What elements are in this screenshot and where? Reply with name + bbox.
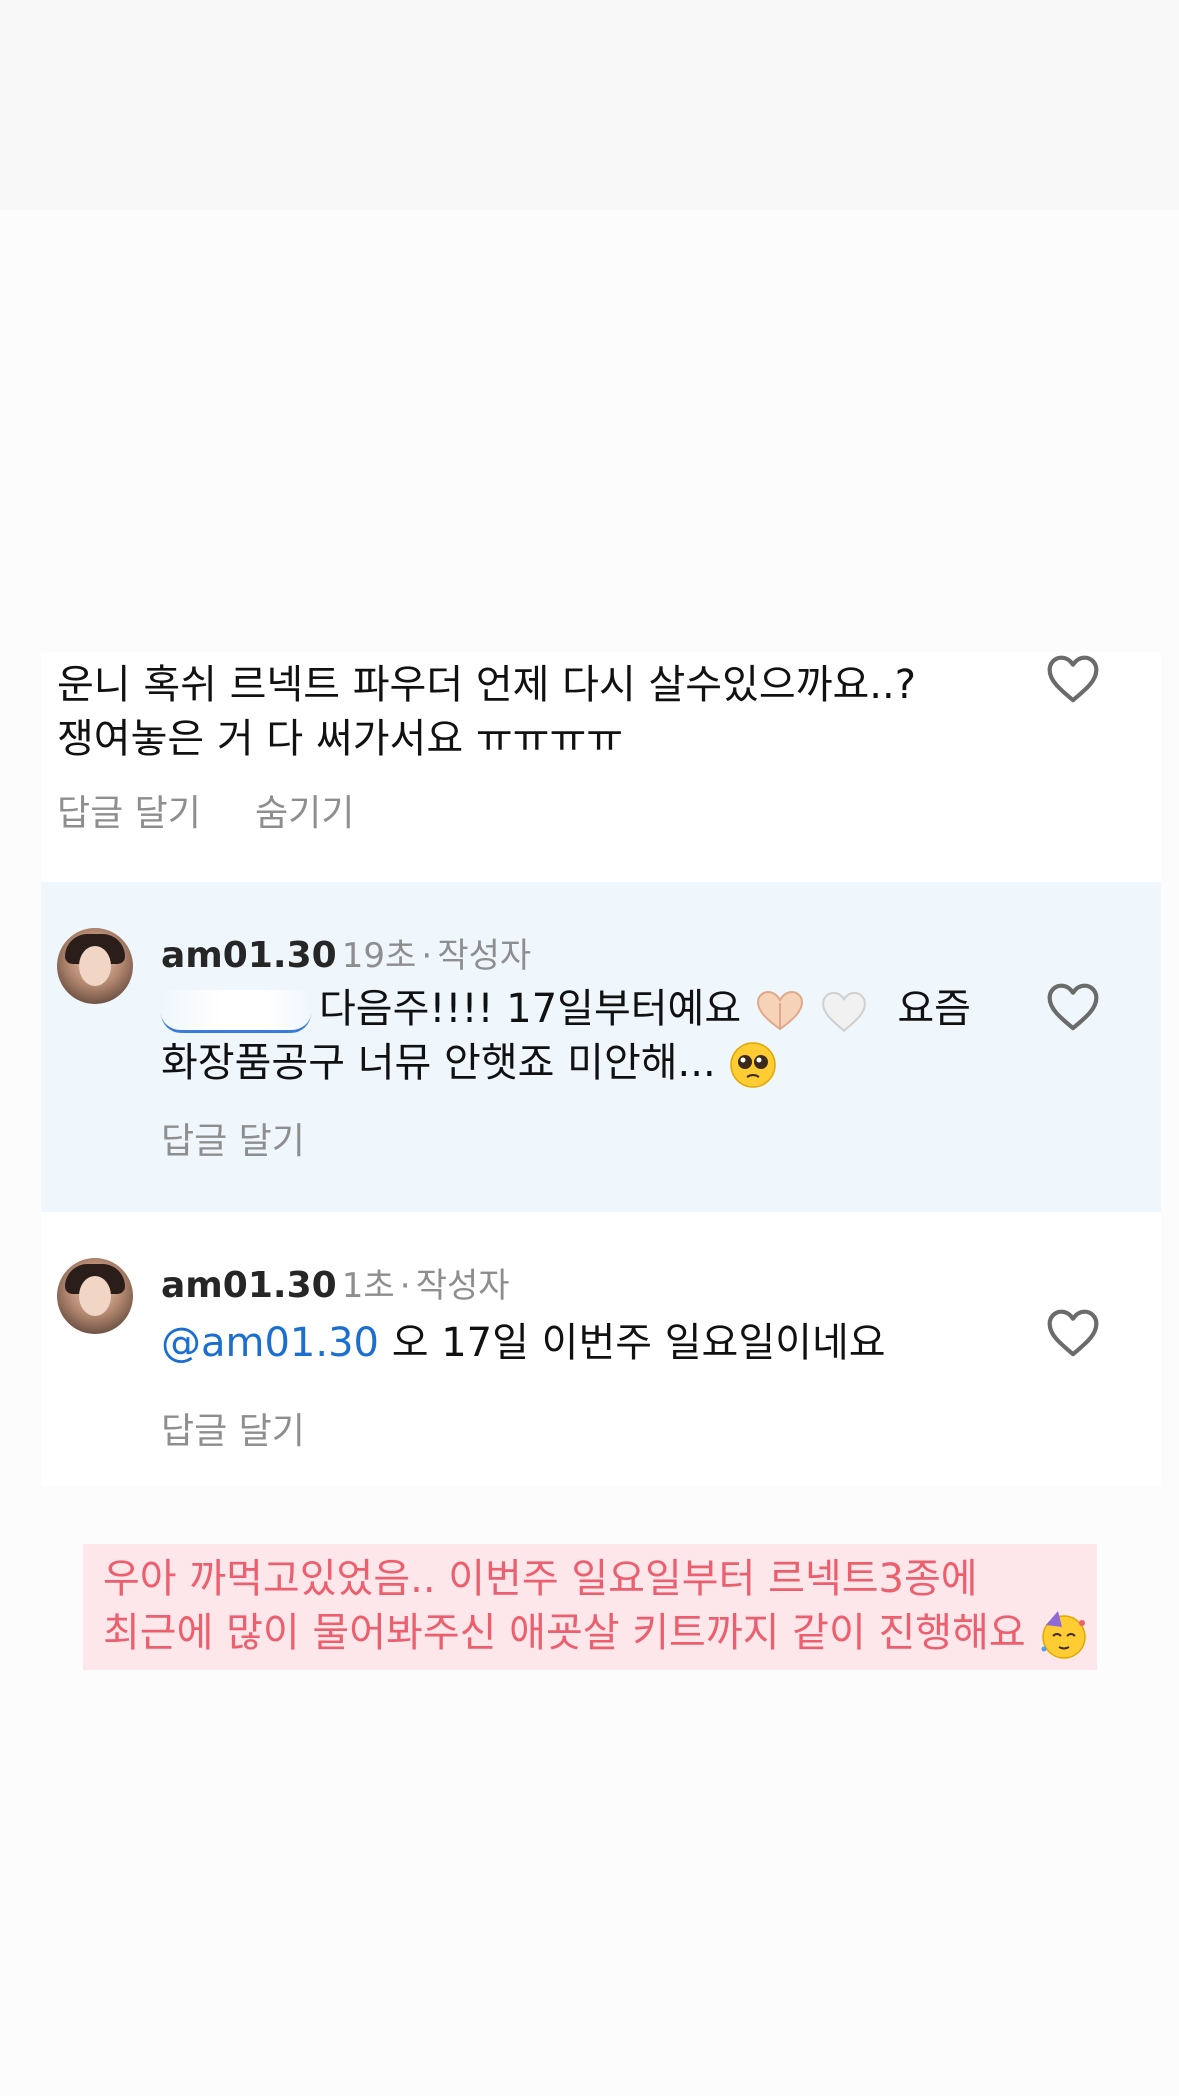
timestamp: 1초 [341,1266,395,1306]
pleading-face-emoji [730,1042,777,1088]
comment-text-segment: 화장품공구 너뮤 안햇죠 미안해... [161,1040,716,1086]
comment-text: 운니 혹쉬 르넥트 파우더 언제 다시 살수있으까요..? 쟁여놓은 거 다 써… [57,658,916,766]
comment-text-segment: 요즘 [897,986,971,1032]
heart-outline-icon[interactable] [1045,980,1101,1032]
username[interactable]: am01.30 [161,1265,337,1306]
comment-text-segment: 오 17일 이번주 일요일이네요 [391,1320,886,1366]
username[interactable]: am01.30 [161,935,337,976]
comment-text-line: 운니 혹쉬 르넥트 파우더 언제 다시 살수있으까요..? [57,662,916,708]
partying-face-emoji [1041,1611,1087,1659]
reply-button[interactable]: 답글 달기 [57,784,201,836]
comment-header: am01.30 19초 · 작성자 [161,928,531,977]
comment-item-highlighted: am01.30 19초 · 작성자 다음주!!!! 17일부터예요 요즘 화장품… [41,882,1161,1212]
comment-header: am01.30 1초 · 작성자 [161,1258,510,1307]
reply-button[interactable]: 답글 달기 [161,1402,305,1454]
separator: · [421,936,433,976]
story-caption: 우아 까먹고있었음.. 이번주 일요일부터 르넥트3종에 최근에 많이 물어봐주… [83,1544,1097,1670]
heart-hands-emoji [756,990,803,1031]
avatar[interactable] [57,1258,133,1334]
caption-line: 우아 까먹고있었음.. 이번주 일요일부터 르넥트3종에 [103,1556,978,1602]
top-background [0,0,1179,210]
comment-text-line: 쟁여놓은 거 다 써가서요 ㅠㅠㅠㅠ [57,716,624,762]
comment-item: am01.30 1초 · 작성자 @am01.30 오 17일 이번주 일요일이… [41,1212,1161,1486]
separator: · [399,1266,411,1306]
comment-text-segment: 다음주!!!! 17일부터예요 [319,986,742,1032]
comment-text: @am01.30 오 17일 이번주 일요일이네요 [161,1316,886,1370]
white-heart-emoji [821,991,866,1033]
comment-text-line: 다음주!!!! 17일부터예요 요즘 [161,982,971,1036]
blurred-mention [161,989,311,1033]
comment-thread: 운니 혹쉬 르넥트 파우더 언제 다시 살수있으까요..? 쟁여놓은 거 다 써… [41,652,1161,1486]
avatar[interactable] [57,928,133,1004]
timestamp: 19초 [341,936,417,976]
comment-item: 운니 혹쉬 르넥트 파우더 언제 다시 살수있으까요..? 쟁여놓은 거 다 써… [41,652,1161,882]
comment-text-line: 화장품공구 너뮤 안햇죠 미안해... [161,1036,971,1090]
author-badge: 작성자 [437,936,532,976]
caption-line: 최근에 많이 물어봐주신 애굣살 키트까지 같이 진행해요 [103,1606,1090,1661]
hide-button[interactable]: 숨기기 [255,784,354,836]
author-badge: 작성자 [415,1266,510,1306]
reply-button[interactable]: 답글 달기 [161,1112,305,1164]
heart-outline-icon[interactable] [1045,652,1101,704]
caption-text-segment: 최근에 많이 물어봐주신 애굣살 키트까지 같이 진행해요 [103,1610,1026,1656]
mention-link[interactable]: @am01.30 [161,1320,379,1366]
comment-text: 다음주!!!! 17일부터예요 요즘 화장품공구 너뮤 안햇죠 미안해... [161,982,971,1090]
heart-outline-icon[interactable] [1045,1306,1101,1358]
